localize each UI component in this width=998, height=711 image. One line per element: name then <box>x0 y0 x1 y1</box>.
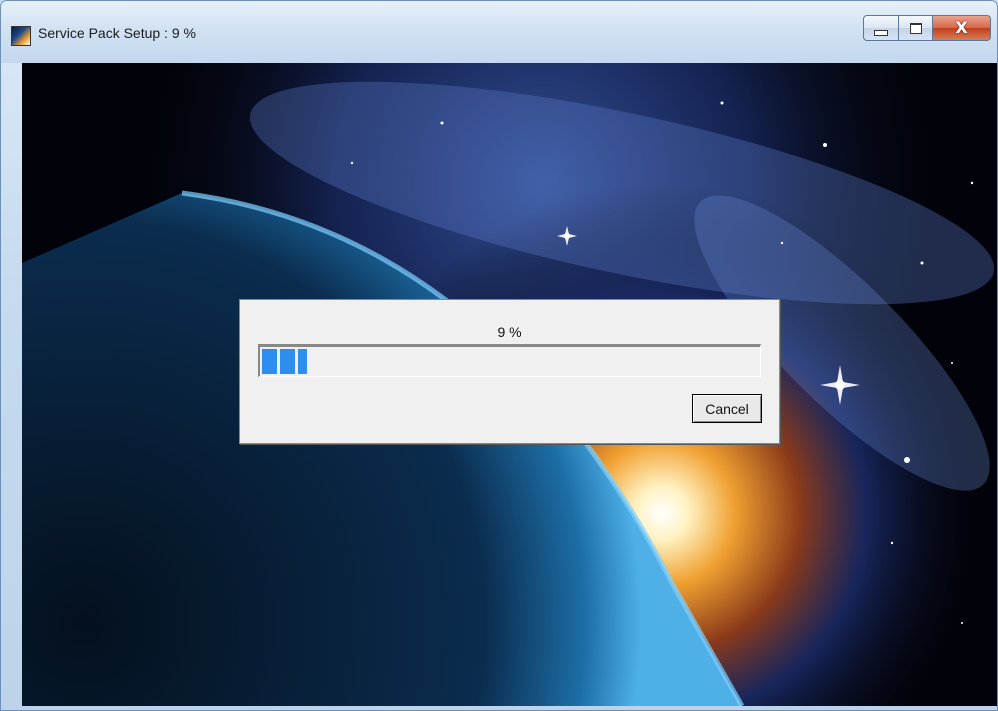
cancel-button[interactable]: Cancel <box>692 394 762 423</box>
setup-window: Service Pack Setup : 9 % X 9 % Cancel <box>0 0 998 711</box>
close-icon: X <box>955 18 968 37</box>
progress-percent-label: 9 % <box>497 324 522 340</box>
minimize-button[interactable] <box>863 15 899 41</box>
progress-chunk <box>280 349 295 374</box>
progress-bar <box>258 344 761 377</box>
progress-bar-fill <box>262 349 307 374</box>
minimize-icon <box>874 30 888 36</box>
window-title: Service Pack Setup : 9 % <box>38 25 196 41</box>
close-button[interactable]: X <box>933 15 991 41</box>
maximize-button[interactable] <box>899 15 933 41</box>
caption-buttons: X <box>863 15 991 41</box>
progress-chunk <box>262 349 277 374</box>
title-bar[interactable]: Service Pack Setup : 9 % X <box>1 1 997 63</box>
progress-dialog: 9 % Cancel <box>239 299 780 444</box>
setup-app-icon[interactable] <box>11 26 31 46</box>
maximize-icon <box>909 22 922 34</box>
progress-chunk <box>298 349 307 374</box>
client-area: 9 % Cancel <box>22 63 997 706</box>
